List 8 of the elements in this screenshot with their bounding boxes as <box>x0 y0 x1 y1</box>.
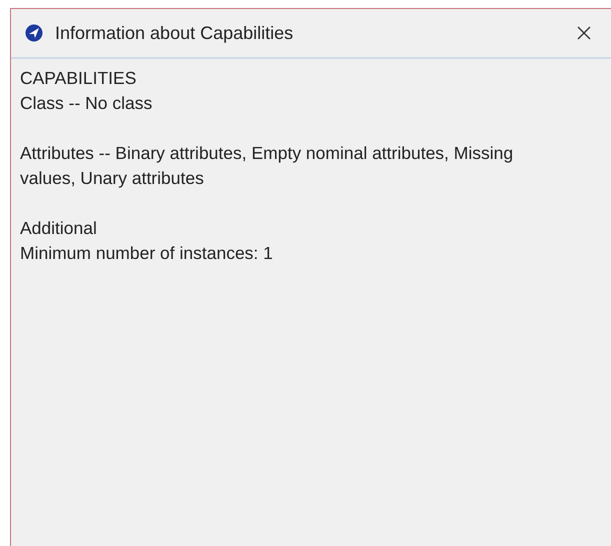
window-title: Information about Capabilities <box>55 22 294 44</box>
info-text: Additional <box>20 217 98 240</box>
close-icon <box>577 26 591 40</box>
app-icon <box>25 24 43 42</box>
info-text: Minimum number of instances: 1 <box>20 242 274 265</box>
info-text: Attributes -- Binary attributes, Empty nominal attributes, Missing values, Unary attributes <box>20 142 514 190</box>
info-text: CAPABILITIES <box>20 67 138 90</box>
info-text: Class -- No class <box>20 92 154 115</box>
